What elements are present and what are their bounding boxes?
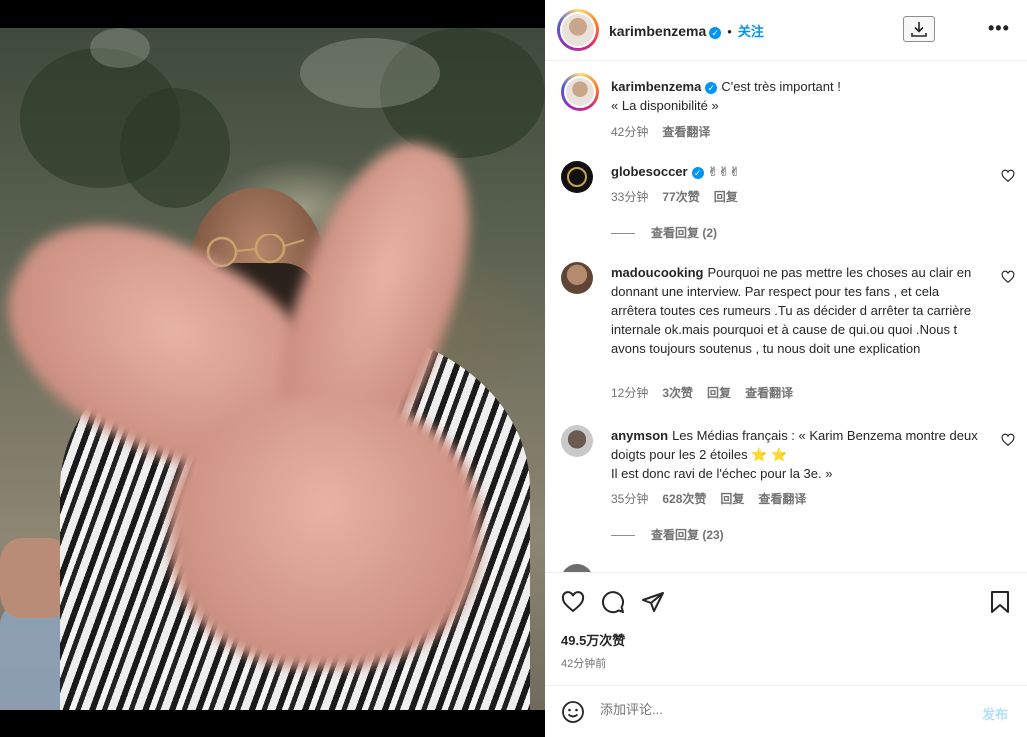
post-timestamp: 42分钟前 bbox=[561, 658, 607, 670]
caption-username[interactable]: karimbenzema bbox=[611, 79, 701, 94]
window-glare bbox=[300, 38, 440, 108]
post-details-panel: karimbenzema ✓ • 关注 ••• karimbenzema ✓ C'est … bbox=[545, 0, 1027, 737]
comment-avatar[interactable] bbox=[561, 425, 593, 457]
comment-avatar[interactable] bbox=[561, 262, 593, 294]
comment-meta: 35分钟 628次赞 回复 查看翻译 bbox=[611, 490, 820, 507]
post-actions: 49.5万次赞 42分钟前 bbox=[545, 572, 1027, 684]
comment-username[interactable]: anymson bbox=[611, 428, 668, 443]
more-options-icon[interactable]: ••• bbox=[988, 18, 1010, 39]
author-line: karimbenzema ✓ • 关注 bbox=[609, 21, 764, 40]
paper-plane-icon[interactable] bbox=[641, 590, 665, 614]
author-avatar[interactable] bbox=[557, 9, 599, 51]
comment-likes[interactable]: 77次赞 bbox=[662, 190, 699, 204]
download-icon bbox=[911, 22, 927, 37]
download-button[interactable] bbox=[903, 16, 935, 42]
reply-button[interactable]: 回复 bbox=[707, 386, 731, 400]
caption-avatar[interactable] bbox=[561, 73, 599, 111]
reply-button[interactable]: 回复 bbox=[714, 190, 738, 204]
comment-time: 33分钟 bbox=[611, 190, 649, 204]
post-comment-button[interactable]: 发布 bbox=[982, 704, 1008, 723]
post-header: karimbenzema ✓ • 关注 ••• bbox=[545, 0, 1027, 61]
comment-heart-icon[interactable] bbox=[1001, 433, 1015, 447]
comment-likes[interactable]: 3次赞 bbox=[662, 386, 693, 400]
verified-badge-icon: ✓ bbox=[705, 81, 718, 94]
comment-composer: 发布 bbox=[545, 685, 1027, 737]
comment-text-line-2: Il est donc ravi de l'échec pour la 3e. … bbox=[611, 466, 833, 481]
view-replies-button[interactable]: 查看回复 (2) bbox=[611, 224, 717, 241]
background-foliage bbox=[120, 88, 230, 208]
see-translation-link[interactable]: 查看翻译 bbox=[758, 492, 806, 506]
view-replies-button[interactable]: 查看回复 (23) bbox=[611, 526, 724, 543]
comment-avatar[interactable] bbox=[561, 564, 593, 572]
comment-time: 12分钟 bbox=[611, 386, 649, 400]
comment-body: globesoccer ✓ ✌✌✌ bbox=[611, 162, 983, 181]
reply-button[interactable]: 回复 bbox=[720, 492, 744, 506]
smiley-icon[interactable] bbox=[561, 700, 585, 724]
comment-heart-icon[interactable] bbox=[1001, 169, 1015, 183]
window-glare bbox=[90, 28, 150, 68]
caption-line-1: C'est très important ! bbox=[721, 79, 841, 94]
comment-avatar[interactable] bbox=[561, 161, 593, 193]
comment-username[interactable]: globesoccer bbox=[611, 164, 688, 179]
caption-text: karimbenzema ✓ C'est très important ! « La… bbox=[611, 77, 983, 115]
comment-input[interactable] bbox=[600, 702, 960, 717]
see-translation-link[interactable]: 查看翻译 bbox=[662, 125, 710, 139]
caption-meta: 42分钟 查看翻译 bbox=[611, 123, 724, 140]
follow-button[interactable]: 关注 bbox=[738, 24, 764, 39]
blurred-palm bbox=[170, 398, 480, 668]
caption-line-2: « La disponibilité » bbox=[611, 98, 719, 113]
verified-badge-icon: ✓ bbox=[691, 166, 704, 179]
comment-meta: 12分钟 3次赞 回复 查看翻译 bbox=[611, 384, 807, 401]
comment-likes[interactable]: 628次赞 bbox=[662, 492, 706, 506]
post-photo bbox=[0, 28, 545, 710]
comments-list[interactable]: karimbenzema ✓ C'est très important ! « La… bbox=[545, 61, 1027, 572]
see-translation-link[interactable]: 查看翻译 bbox=[745, 386, 793, 400]
comment-username[interactable]: madoucooking bbox=[611, 265, 703, 280]
comment-text: ✌✌✌ bbox=[707, 164, 741, 179]
post-media[interactable] bbox=[0, 0, 545, 737]
caption-time: 42分钟 bbox=[611, 125, 649, 139]
comment-heart-icon[interactable] bbox=[1001, 270, 1015, 284]
comment-body: anymson Les Médias français : « Karim Ben… bbox=[611, 426, 983, 483]
likes-count[interactable]: 49.5万次赞 bbox=[561, 630, 625, 649]
author-username[interactable]: karimbenzema bbox=[609, 23, 706, 39]
comment-icon[interactable] bbox=[601, 590, 625, 614]
comment-body: madoucooking Pourquoi ne pas mettre les c… bbox=[611, 263, 983, 358]
comment-meta: 33分钟 77次赞 回复 bbox=[611, 188, 752, 205]
heart-icon[interactable] bbox=[561, 590, 585, 614]
comment-time: 35分钟 bbox=[611, 492, 649, 506]
verified-badge-icon: ✓ bbox=[709, 26, 722, 39]
separator-dot: • bbox=[727, 24, 732, 39]
bookmark-icon[interactable] bbox=[988, 590, 1012, 614]
